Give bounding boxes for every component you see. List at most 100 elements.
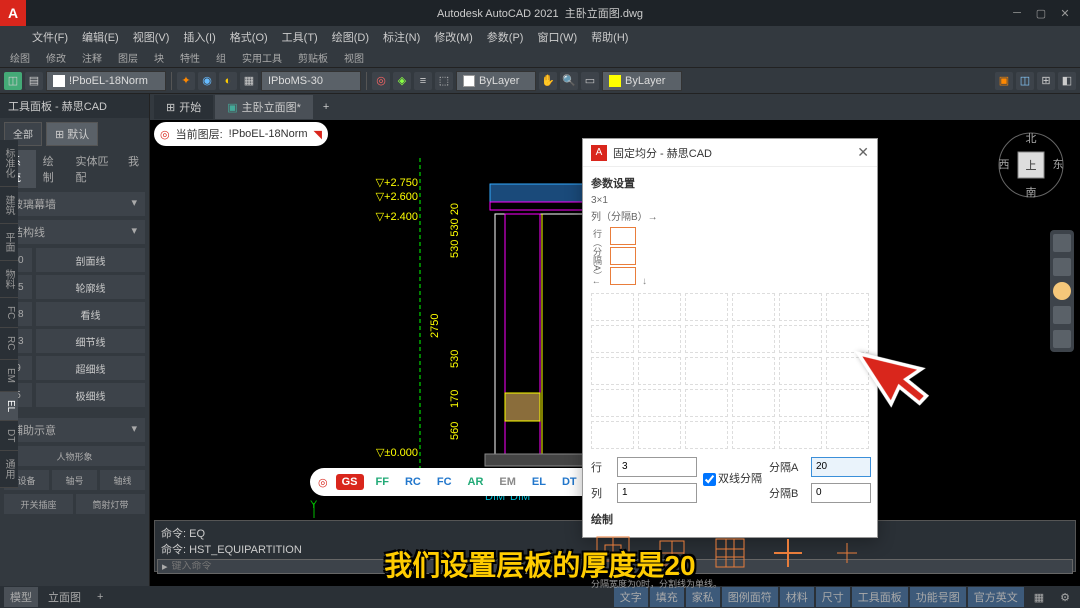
ribbon-tab[interactable]: 块 xyxy=(148,48,170,67)
view-cube[interactable]: 上 北 南 东 西 xyxy=(996,130,1066,200)
tool-icon[interactable]: ◫ xyxy=(1016,72,1034,90)
template-cell[interactable] xyxy=(779,421,822,449)
nav-icon[interactable] xyxy=(1053,258,1071,276)
menu-item[interactable]: 修改(M) xyxy=(428,27,479,47)
color-combo[interactable]: ByLayer xyxy=(456,71,536,91)
model-tab[interactable]: 模型 xyxy=(4,587,38,607)
line-type-button[interactable]: 细节线 xyxy=(36,329,145,353)
tool-icon[interactable]: ✋ xyxy=(539,72,557,90)
menu-item[interactable]: 工具(T) xyxy=(276,27,324,47)
line-type-button[interactable]: 超细线 xyxy=(36,356,145,380)
ltype-combo[interactable]: ByLayer xyxy=(602,71,682,91)
subtab-match[interactable]: 实体匹配 xyxy=(70,150,122,188)
ribbon-tab[interactable]: 组 xyxy=(210,48,232,67)
qbtn-ff[interactable]: FF xyxy=(372,474,393,490)
template-cell[interactable] xyxy=(591,389,634,417)
ribbon-tab[interactable]: 实用工具 xyxy=(236,48,288,67)
layout-tab[interactable]: 立面图 xyxy=(42,587,87,607)
menu-item[interactable]: 文件(F) xyxy=(26,27,74,47)
side-tab[interactable]: 平面 xyxy=(0,224,18,261)
ribbon-tab[interactable]: 图层 xyxy=(112,48,144,67)
menu-item[interactable]: 编辑(E) xyxy=(76,27,125,47)
template-cell[interactable] xyxy=(638,357,681,385)
line-type-button[interactable]: 轮廓线 xyxy=(36,275,145,299)
template-cell[interactable] xyxy=(685,293,728,321)
sepb-input[interactable] xyxy=(811,483,871,503)
draw-option-5[interactable] xyxy=(829,535,865,571)
tool-icon[interactable]: 🔍 xyxy=(560,72,578,90)
draw-option-4[interactable] xyxy=(770,535,806,571)
template-cell[interactable] xyxy=(591,421,634,449)
dialog-titlebar[interactable]: A 固定均分 - 赫思CAD ✕ xyxy=(583,139,877,167)
tool-icon[interactable]: ◧ xyxy=(1058,72,1076,90)
qbtn-rc[interactable]: RC xyxy=(401,474,425,490)
template-cell[interactable] xyxy=(638,325,681,353)
dialog-close-button[interactable]: ✕ xyxy=(857,144,869,161)
col-input[interactable] xyxy=(617,483,697,503)
template-cell[interactable] xyxy=(638,293,681,321)
ribbon-tab[interactable]: 剪贴板 xyxy=(292,48,334,67)
template-cell[interactable] xyxy=(826,293,869,321)
menu-item[interactable]: 插入(I) xyxy=(177,27,221,47)
qbtn-fc[interactable]: FC xyxy=(433,474,456,490)
line-type-button[interactable]: 极细线 xyxy=(36,383,145,407)
template-cell[interactable] xyxy=(779,325,822,353)
minimize-button[interactable]: ─ xyxy=(1006,4,1028,22)
template-cell[interactable] xyxy=(685,325,728,353)
maximize-button[interactable]: ▢ xyxy=(1030,4,1052,22)
tool-icon[interactable]: ≡ xyxy=(414,72,432,90)
side-tab[interactable]: FC xyxy=(0,298,18,328)
menu-item[interactable]: 标注(N) xyxy=(377,27,426,47)
draw-option-3[interactable] xyxy=(712,535,748,571)
layer-combo[interactable]: !PboEL-18Norm xyxy=(46,71,166,91)
tool-icon[interactable]: ◈ xyxy=(393,72,411,90)
tool-icon[interactable]: ▦ xyxy=(240,72,258,90)
qbtn-el[interactable]: EL xyxy=(528,474,550,490)
template-cell[interactable] xyxy=(685,357,728,385)
menu-item[interactable]: 参数(P) xyxy=(481,27,530,47)
menu-item[interactable]: 窗口(W) xyxy=(531,27,583,47)
tool-icon[interactable]: ✦ xyxy=(177,72,195,90)
template-cell[interactable] xyxy=(591,293,634,321)
template-cell[interactable] xyxy=(779,357,822,385)
side-tab[interactable]: EM xyxy=(0,360,18,392)
row-input[interactable] xyxy=(617,457,697,477)
tool-icon[interactable]: ◉ xyxy=(198,72,216,90)
nav-icon[interactable] xyxy=(1053,234,1071,252)
template-cell[interactable] xyxy=(779,293,822,321)
subtab-my[interactable]: 我 xyxy=(122,150,145,188)
ribbon-tab[interactable]: 视图 xyxy=(338,48,370,67)
subtab-draw[interactable]: 绘制 xyxy=(37,150,69,188)
style-combo[interactable]: IPboMS-30 xyxy=(261,71,361,91)
tool-icon[interactable]: ◎ xyxy=(372,72,390,90)
doc-tab[interactable]: ▣主卧立面图* xyxy=(215,95,313,119)
line-type-button[interactable]: 看线 xyxy=(36,302,145,326)
side-tab[interactable]: 物料 xyxy=(0,261,18,298)
tool-icon[interactable]: ◫ xyxy=(4,72,22,90)
template-cell[interactable] xyxy=(732,389,775,417)
ribbon-tab[interactable]: 注释 xyxy=(76,48,108,67)
section-header[interactable]: 结构线▾ xyxy=(4,220,145,244)
status-item[interactable]: 功能号图 xyxy=(910,587,966,607)
menu-item[interactable]: 帮助(H) xyxy=(585,27,634,47)
template-cell[interactable] xyxy=(732,325,775,353)
nav-icon[interactable] xyxy=(1053,330,1071,348)
line-type-button[interactable]: 剖面线 xyxy=(36,248,145,272)
aux-btn[interactable]: 轴号 xyxy=(52,470,97,490)
template-cell[interactable] xyxy=(779,389,822,417)
side-tab[interactable]: 通用 xyxy=(0,451,18,488)
status-item[interactable]: 官方英文 xyxy=(968,587,1024,607)
panel-tab-default[interactable]: ⊞默认 xyxy=(46,122,98,146)
ribbon-tab[interactable]: 绘图 xyxy=(4,48,36,67)
nav-icon[interactable] xyxy=(1053,282,1071,300)
template-cell[interactable] xyxy=(591,357,634,385)
dropdown-icon[interactable]: ◥ xyxy=(314,128,322,141)
aux-btn[interactable]: 轴线 xyxy=(100,470,145,490)
aux-btn[interactable]: 开关插座 xyxy=(4,494,73,514)
start-tab[interactable]: ⊞开始 xyxy=(154,95,213,119)
ribbon-tab[interactable]: 特性 xyxy=(174,48,206,67)
new-tab-button[interactable]: + xyxy=(315,97,337,117)
double-line-checkbox[interactable] xyxy=(703,473,716,486)
aux-btn[interactable]: 人物形象 xyxy=(4,446,145,466)
status-icon[interactable]: ▦ xyxy=(1028,589,1050,606)
